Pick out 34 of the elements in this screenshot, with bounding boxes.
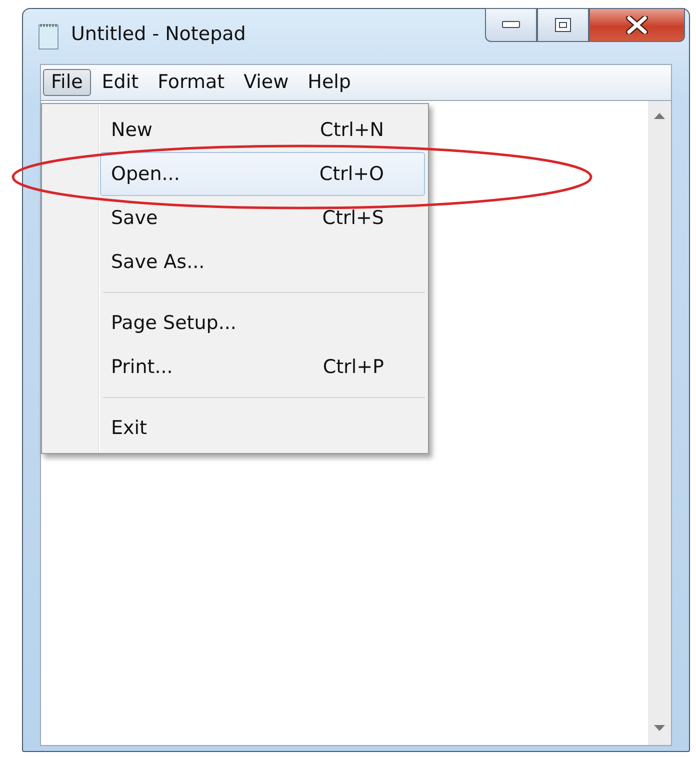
menu-entry[interactable]: New Ctrl+N bbox=[100, 108, 425, 152]
menu-entry[interactable]: Save Ctrl+S bbox=[100, 196, 425, 240]
shortcut-text: Ctrl+P bbox=[322, 354, 384, 380]
menu-item[interactable]: Help bbox=[300, 69, 359, 96]
menu-item[interactable]: View bbox=[236, 69, 297, 96]
entry-label: New bbox=[111, 118, 152, 143]
maximize-icon bbox=[555, 18, 571, 32]
scrollbar[interactable] bbox=[648, 101, 671, 745]
menu-item[interactable]: File bbox=[43, 69, 91, 96]
entry-label: Open... bbox=[111, 162, 180, 187]
entry-label: Print... bbox=[111, 354, 173, 380]
shortcut-text: Ctrl+N bbox=[320, 118, 384, 143]
notepad-icon bbox=[37, 21, 61, 51]
close-icon bbox=[626, 16, 648, 34]
down-arrow-icon[interactable] bbox=[654, 725, 665, 731]
entry-label: Exit bbox=[111, 416, 147, 441]
close-button[interactable] bbox=[589, 8, 685, 42]
window-title: Untitled - Notepad bbox=[71, 22, 246, 47]
entry-label: Page Setup... bbox=[111, 310, 236, 336]
minimize-button[interactable] bbox=[485, 8, 537, 42]
menu-entry[interactable]: Print... Ctrl+P bbox=[100, 345, 425, 389]
entry-label: Save bbox=[111, 206, 158, 231]
menu-item[interactable]: Format bbox=[150, 69, 233, 96]
menu-entry[interactable]: Open... Ctrl+O bbox=[100, 152, 425, 196]
minimize-icon bbox=[502, 21, 520, 29]
menu-entry[interactable]: Save As... bbox=[100, 240, 425, 284]
maximize-button[interactable] bbox=[537, 8, 589, 42]
menu-entry[interactable]: Page Setup... bbox=[100, 301, 425, 345]
up-arrow-icon[interactable] bbox=[654, 113, 665, 119]
entry-label: Save As... bbox=[111, 250, 205, 275]
shortcut-text: Ctrl+S bbox=[322, 206, 384, 231]
shortcut-text: Ctrl+O bbox=[319, 162, 384, 187]
menu-entry[interactable]: Exit bbox=[100, 406, 425, 450]
menu-item[interactable]: Edit bbox=[94, 69, 147, 96]
